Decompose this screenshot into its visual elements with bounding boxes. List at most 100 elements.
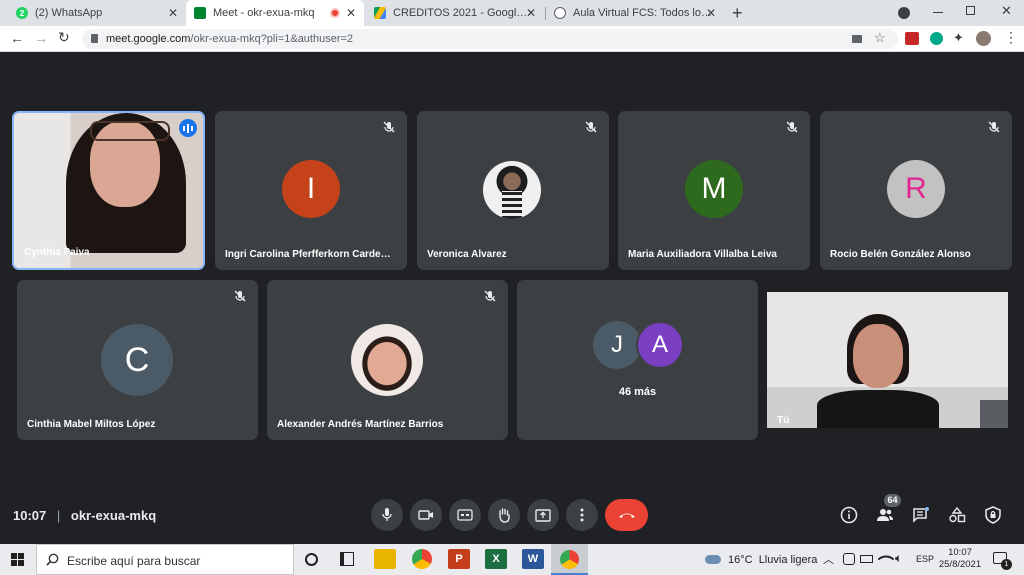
tab-aula-virtual[interactable]: Aula Virtual FCS: Todos los cursos ✕	[546, 0, 724, 26]
clock[interactable]: 10:07 25/8/2021	[938, 547, 982, 571]
participant-shirt	[817, 390, 939, 428]
profile-avatar[interactable]	[976, 31, 991, 46]
file-explorer-icon[interactable]	[374, 549, 396, 569]
excel-icon[interactable]: X	[485, 549, 507, 569]
tab-google-drive[interactable]: CREDITOS 2021 - Google Drive ✕	[366, 0, 544, 26]
more-vert-icon	[580, 508, 584, 522]
participant-avatar: M	[685, 160, 743, 218]
new-tab-button[interactable]: +	[732, 3, 743, 24]
notification-count-badge: 1	[1001, 559, 1012, 570]
whatsapp-icon: 2	[16, 7, 28, 19]
participant-avatar: A	[636, 321, 684, 369]
bookmark-star-icon[interactable]: ☆	[874, 30, 886, 46]
participant-tile[interactable]: R Rocio Belén González Alonso	[820, 111, 1012, 270]
word-icon[interactable]: W	[522, 549, 544, 569]
mic-off-icon	[786, 121, 798, 133]
captions-icon	[457, 509, 473, 521]
divider: |	[56, 508, 61, 523]
participant-photo-avatar	[483, 161, 541, 219]
meeting-code: okr-exua-mkq	[70, 508, 157, 523]
powerpoint-icon[interactable]: P	[448, 549, 470, 569]
address-bar[interactable]: meet.google.com/okr-exua-mkq?pli=1&authu…	[82, 29, 898, 49]
chat-button[interactable]	[909, 503, 933, 527]
meet-tray-icon[interactable]	[843, 553, 855, 565]
tab-whatsapp[interactable]: 2 (2) WhatsApp ✕	[8, 0, 186, 26]
minimize-icon[interactable]	[933, 12, 943, 13]
taskbar-search-box[interactable]: Escribe aquí para buscar	[36, 544, 294, 575]
recording-indicator-icon	[330, 8, 340, 18]
participant-name: Rocio Belén González Alonso	[830, 249, 971, 260]
mic-off-icon	[484, 290, 496, 302]
participant-name: Alexander Andrés Martínez Barrios	[277, 419, 444, 430]
meeting-info: 10:07 | okr-exua-mkq	[13, 508, 156, 523]
info-icon	[840, 506, 858, 524]
captions-button[interactable]	[449, 499, 481, 531]
lock-icon	[91, 34, 98, 43]
mic-off-icon	[988, 121, 1000, 133]
extension-red-icon[interactable]	[905, 32, 919, 45]
weather-text[interactable]: 16°C Lluvia ligera	[728, 554, 817, 566]
participant-tile[interactable]: Veronica Alvarez	[417, 111, 609, 270]
url-text: meet.google.com/okr-exua-mkq?pli=1&authu…	[106, 33, 354, 45]
extensions-puzzle-icon[interactable]: ✦	[953, 30, 964, 46]
chevron-up-icon[interactable]: ︿	[823, 551, 834, 567]
close-tab-icon[interactable]: ✕	[526, 6, 536, 20]
meeting-details-button[interactable]	[837, 503, 861, 527]
camera-in-use-icon[interactable]	[852, 35, 862, 43]
extension-check-icon[interactable]	[930, 32, 943, 45]
close-tab-icon[interactable]: ✕	[346, 6, 356, 20]
microphone-icon	[382, 508, 392, 521]
restore-icon[interactable]	[966, 6, 975, 15]
tab-meet[interactable]: Meet - okr-exua-mkq ✕	[186, 0, 364, 26]
back-icon[interactable]: ←	[10, 30, 24, 46]
camera-button[interactable]	[410, 499, 442, 531]
chat-icon	[913, 507, 929, 523]
close-tab-icon[interactable]: ✕	[168, 6, 178, 20]
raise-hand-button[interactable]	[488, 499, 520, 531]
participant-tile[interactable]: M Maria Auxiliadora Villalba Leiva	[618, 111, 810, 270]
participant-avatar: J	[593, 321, 641, 369]
wifi-icon[interactable]	[877, 550, 895, 568]
hand-icon	[499, 508, 510, 523]
active-chrome-window[interactable]	[551, 544, 588, 575]
participant-avatar: R	[887, 160, 945, 218]
browser-menu-icon[interactable]: ⋮	[1004, 29, 1018, 46]
self-view-tile[interactable]: Tú	[767, 280, 1008, 440]
chrome-icon[interactable]	[412, 549, 432, 569]
close-tab-icon[interactable]: ✕	[706, 6, 716, 20]
participant-tile[interactable]: I Ingri Carolina Pferfferkorn Carde…	[215, 111, 407, 270]
participant-name: Maria Auxiliadora Villalba Leiva	[628, 249, 777, 260]
close-window-icon[interactable]: ✕	[1001, 3, 1012, 19]
input-language[interactable]: ESP	[916, 554, 934, 564]
google-drive-icon	[374, 7, 386, 19]
participant-photo-avatar	[351, 324, 423, 396]
participant-tile[interactable]: Alexander Andrés Martínez Barrios	[267, 280, 508, 440]
present-screen-button[interactable]	[527, 499, 559, 531]
participant-tile[interactable]: C Cinthia Mabel Miltos López	[17, 280, 258, 440]
search-placeholder: Escribe aquí para buscar	[67, 554, 201, 568]
activities-button[interactable]	[945, 503, 969, 527]
participant-name: Cinthia Mabel Miltos López	[27, 419, 156, 430]
tab-title: CREDITOS 2021 - Google Drive	[393, 7, 533, 19]
leave-call-button[interactable]	[605, 499, 648, 531]
volume-icon[interactable]: 🔈︎	[895, 551, 902, 566]
participant-avatar: C	[101, 324, 173, 396]
battery-icon[interactable]	[860, 555, 873, 563]
windows-start-icon[interactable]	[11, 553, 24, 566]
shield-lock-icon	[985, 506, 1001, 524]
participant-avatar: I	[282, 160, 340, 218]
clock-date: 25/8/2021	[938, 559, 982, 570]
browser-tab-strip: 2 (2) WhatsApp ✕ Meet - okr-exua-mkq ✕ C…	[0, 0, 1024, 26]
more-participants-tile[interactable]: J A 46 más	[517, 280, 758, 440]
more-options-button[interactable]	[566, 499, 598, 531]
reload-icon[interactable]: ↻	[58, 29, 70, 46]
search-icon	[46, 553, 59, 566]
cortana-icon[interactable]	[305, 553, 318, 566]
participant-tile[interactable]: Cynthia Paiva	[12, 111, 205, 270]
microphone-button[interactable]	[371, 499, 403, 531]
tab-title: Aula Virtual FCS: Todos los cursos	[573, 7, 713, 19]
forward-icon[interactable]: →	[34, 30, 48, 46]
tab-search-icon[interactable]	[898, 7, 910, 19]
task-view-icon[interactable]	[340, 552, 354, 566]
host-controls-button[interactable]	[981, 503, 1005, 527]
